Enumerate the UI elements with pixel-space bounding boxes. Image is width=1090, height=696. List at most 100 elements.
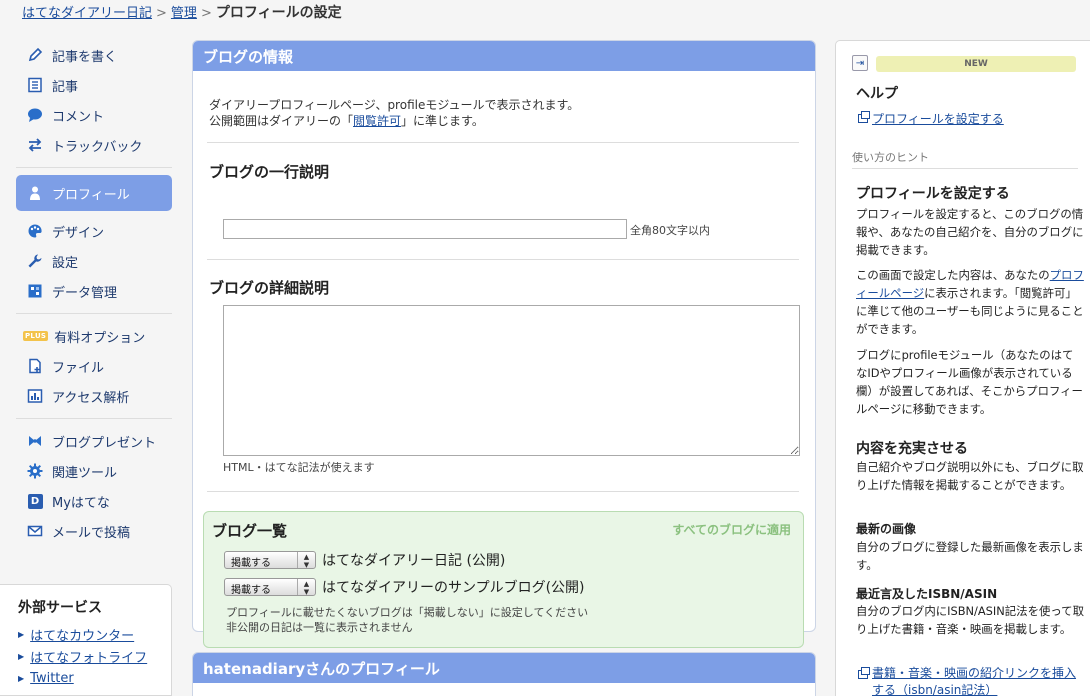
sidebar-item-design[interactable]: デザイン: [16, 216, 172, 246]
external-window-icon: [858, 111, 870, 123]
help-paragraph: 自己紹介やブログ説明以外にも、ブログに取り上げた情報を掲載することができます。: [856, 460, 1084, 492]
sidebar-item-data[interactable]: データ管理: [16, 276, 172, 306]
arrows-exchange-icon: [26, 136, 44, 154]
sidebar-item-access-analytics[interactable]: アクセス解析: [16, 381, 172, 411]
blog-name: はてなダイアリーのサンプルブログ(公開): [322, 580, 585, 596]
sidebar-item-comments[interactable]: コメント: [16, 100, 172, 130]
sidebar-item-label: Myはてな: [52, 495, 110, 511]
help-link-label[interactable]: プロフィールを設定する: [872, 110, 1004, 127]
external-link-counter[interactable]: ▶ はてなカウンター: [18, 623, 171, 645]
view-permission-link[interactable]: 閲覧許可: [353, 114, 401, 128]
gear-icon: [26, 462, 44, 480]
help-paragraph: プロフィールを設定すると、このブログの情報や、あなたの自己紹介を、自分のブログに…: [856, 207, 1084, 257]
help-link-isbn[interactable]: 書籍・音楽・映画の紹介リンクを挿入する（isbn/asin記法）: [858, 665, 1086, 696]
apply-all-blogs-link[interactable]: すべてのブログに適用: [672, 521, 791, 538]
external-link-label[interactable]: はてなフォトライフ: [30, 647, 147, 666]
sidebar-nav: 記事を書く 記事 コメント トラックバック プロフィール デザイン 設定 データ…: [16, 40, 172, 546]
help-link-label[interactable]: 書籍・音楽・映画の紹介リンクを挿入する（isbn/asin記法）: [872, 665, 1086, 696]
section-divider: [207, 491, 799, 492]
help-paragraph: 自分のブログに登録した最新画像を表示します。: [856, 540, 1084, 572]
blog-display-select[interactable]: 掲載する ▲ ▼: [224, 551, 316, 569]
document-icon: [26, 76, 44, 94]
section-divider: [207, 142, 799, 143]
help-panel: ⇥ NEW ヘルプ プロフィールを設定する 使い方のヒント プロフィールを設定す…: [835, 40, 1090, 696]
file-add-icon: [26, 357, 44, 375]
triangle-bullet-icon: ▶: [18, 629, 25, 639]
external-window-icon: [858, 667, 870, 679]
detail-description-hint: HTML・はてな記法が使えます: [223, 461, 375, 474]
sidebar-item-label: 関連ツール: [52, 465, 118, 481]
help-title: ヘルプ: [856, 86, 898, 102]
breadcrumb-home-link[interactable]: はてなダイアリー日記: [22, 6, 152, 21]
sidebar-item-articles[interactable]: 記事: [16, 70, 172, 100]
description-line: 公開範囲はダイアリーの「閲覧許可」に準じます。: [209, 113, 579, 129]
sidebar-item-trackback[interactable]: トラックバック: [16, 130, 172, 160]
sidebar-item-label: 有料オプション: [54, 330, 146, 346]
sidebar-item-label: メールで投稿: [52, 525, 131, 541]
nav-divider: [16, 313, 172, 314]
wrench-icon: [26, 252, 44, 270]
sidebar-item-settings[interactable]: 設定: [16, 246, 172, 276]
sidebar-item-label: 記事: [52, 79, 79, 95]
sidebar-item-paid-options[interactable]: PLUS 有料オプション: [16, 321, 172, 351]
sidebar-item-label: コメント: [52, 109, 105, 125]
detail-description-title: ブログの詳細説明: [209, 279, 330, 297]
sidebar-item-label: 設定: [52, 255, 79, 271]
external-link-label[interactable]: はてなカウンター: [30, 625, 134, 644]
sidebar-item-my-hatena[interactable]: D Myはてな: [16, 486, 172, 516]
pencil-icon: [26, 46, 44, 64]
analytics-icon: [26, 387, 44, 405]
sidebar-item-label: トラックバック: [52, 139, 143, 155]
nav-divider: [16, 418, 172, 419]
collapse-help-button[interactable]: ⇥: [852, 55, 868, 71]
envelope-icon: [26, 522, 44, 540]
external-link-label[interactable]: Twitter: [30, 671, 74, 686]
person-icon: [26, 184, 44, 202]
blog-list-title: ブログ一覧: [212, 522, 288, 540]
blog-name: はてなダイアリー日記 (公開): [322, 553, 506, 569]
external-services-title: 外部サービス: [18, 600, 102, 616]
oneline-description-input[interactable]: [223, 219, 627, 239]
tips-label: 使い方のヒント: [852, 149, 1078, 169]
sidebar-item-label: データ管理: [52, 285, 118, 301]
myhatena-d-icon: D: [26, 492, 44, 510]
sidebar-item-files[interactable]: ファイル: [16, 351, 172, 381]
sidebar-item-write[interactable]: 記事を書く: [16, 40, 172, 70]
sidebar-item-label: プロフィール: [52, 187, 130, 203]
description-text: 公開範囲はダイアリーの「: [209, 114, 354, 128]
user-profile-header: hatenadiaryさんのプロフィール: [193, 653, 815, 683]
breadcrumb-separator: >: [156, 6, 167, 21]
help-paragraph: この画面で設定した内容は、あなたのプロフィールページに表示されます。「閲覧許可」…: [856, 266, 1084, 338]
help-subheading-image: 最新の画像: [856, 522, 917, 536]
description-text: 」に準じます。: [401, 114, 484, 128]
help-heading-setting: プロフィールを設定する: [856, 186, 1010, 202]
sidebar-item-blog-present[interactable]: ブログプレゼント: [16, 426, 172, 456]
sidebar-item-label: デザイン: [52, 225, 105, 241]
external-link-twitter[interactable]: ▶ Twitter: [18, 667, 171, 689]
external-link-fotolife[interactable]: ▶ はてなフォトライフ: [18, 645, 171, 667]
oneline-description-hint: 全角80文字以内: [630, 224, 710, 237]
blog-list-row: 掲載する ▲ ▼ はてなダイアリーのサンプルブログ(公開): [224, 577, 585, 597]
sidebar-item-label: ブログプレゼント: [52, 435, 157, 451]
help-heading-enrich: 内容を充実させる: [856, 441, 968, 457]
description-line: ダイアリープロフィールページ、profileモジュールで表示されます。: [209, 98, 580, 112]
breadcrumb-admin-link[interactable]: 管理: [171, 6, 197, 21]
oneline-description-title: ブログの一行説明: [209, 163, 330, 181]
detail-description-textarea[interactable]: [223, 305, 800, 456]
sidebar-item-mail-post[interactable]: メールで投稿: [16, 516, 172, 546]
sidebar-item-label: 記事を書く: [52, 49, 118, 65]
help-paragraph: ブログにprofileモジュール（あなたのはてなIDやプロフィール画像が表示され…: [856, 348, 1083, 416]
sidebar-item-related-tools[interactable]: 関連ツール: [16, 456, 172, 486]
breadcrumb: はてなダイアリー日記 > 管理 > プロフィールの設定: [22, 2, 342, 22]
select-arrows-icon: ▲ ▼: [297, 552, 315, 569]
blog-list-row: 掲載する ▲ ▼ はてなダイアリー日記 (公開): [224, 550, 505, 570]
sidebar-item-profile[interactable]: プロフィール: [16, 175, 172, 211]
select-arrows-icon: ▲ ▼: [297, 579, 315, 596]
blog-display-select[interactable]: 掲載する ▲ ▼: [224, 578, 316, 596]
help-subheading-isbn: 最近言及したISBN/ASIN: [856, 587, 998, 601]
data-icon: [26, 282, 44, 300]
ribbon-icon: [26, 432, 44, 450]
triangle-bullet-icon: ▶: [18, 673, 25, 683]
triangle-bullet-icon: ▶: [18, 651, 25, 661]
help-link-profile-setting[interactable]: プロフィールを設定する: [858, 110, 1004, 127]
